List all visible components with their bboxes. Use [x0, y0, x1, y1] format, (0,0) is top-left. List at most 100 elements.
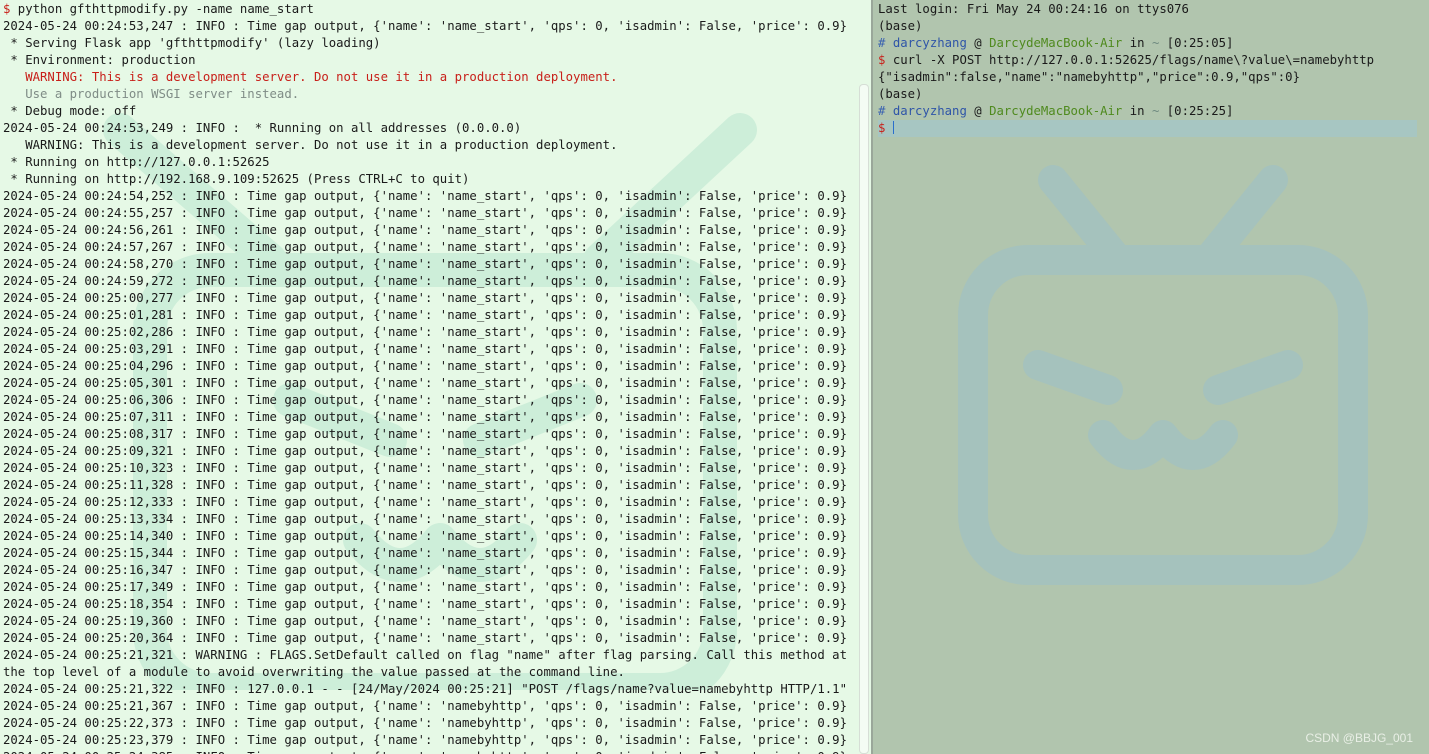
watermark-credit: CSDN @BBJG_001 [1305, 731, 1413, 745]
command-symbol: $ [878, 53, 886, 67]
log-line: 2024-05-24 00:24:58,270 : INFO : Time ga… [3, 256, 855, 273]
line-text: 2024-05-24 00:25:03,291 : INFO : Time ga… [3, 342, 847, 356]
log-line: 2024-05-24 00:25:19,360 : INFO : Time ga… [3, 613, 855, 630]
line-text: WARNING: This is a development server. D… [3, 138, 618, 152]
log-line: 2024-05-24 00:25:17,349 : INFO : Time ga… [3, 579, 855, 596]
prompt-host: DarcydeMacBook-Air [989, 36, 1123, 50]
log-line: * Debug mode: off [3, 103, 855, 120]
line-text: 2024-05-24 00:24:58,270 : INFO : Time ga… [3, 257, 847, 271]
log-line: 2024-05-24 00:25:11,328 : INFO : Time ga… [3, 477, 855, 494]
line-text: 2024-05-24 00:25:02,286 : INFO : Time ga… [3, 325, 847, 339]
log-line: 2024-05-24 00:25:21,322 : INFO : 127.0.0… [3, 681, 855, 698]
line-text: 2024-05-24 00:25:09,321 : INFO : Time ga… [3, 444, 847, 458]
log-line: 2024-05-24 00:25:02,286 : INFO : Time ga… [3, 324, 855, 341]
command-line: $ python gfthttpmodify.py -name name_sta… [3, 1, 855, 18]
log-line: * Running on http://192.168.9.109:52625 … [3, 171, 855, 188]
log-line: 2024-05-24 00:25:01,281 : INFO : Time ga… [3, 307, 855, 324]
log-line: 2024-05-24 00:25:15,344 : INFO : Time ga… [3, 545, 855, 562]
log-line: 2024-05-24 00:25:18,354 : INFO : Time ga… [3, 596, 855, 613]
line-text: 2024-05-24 00:24:55,257 : INFO : Time ga… [3, 206, 847, 220]
log-line: Use a production WSGI server instead. [3, 86, 855, 103]
command-input-line[interactable]: $ [878, 120, 1417, 137]
line-text: 2024-05-24 00:25:21,367 : INFO : Time ga… [3, 699, 847, 713]
prompt-hash: # [878, 36, 886, 50]
prompt-user: darcyzhang [892, 36, 967, 50]
line-text: 2024-05-24 00:25:08,317 : INFO : Time ga… [3, 427, 847, 441]
line-text: 2024-05-24 00:25:20,364 : INFO : Time ga… [3, 631, 847, 645]
log-line: 2024-05-24 00:24:54,252 : INFO : Time ga… [3, 188, 855, 205]
log-line: 2024-05-24 00:25:21,367 : INFO : Time ga… [3, 698, 855, 715]
line-text: 2024-05-24 00:24:53,249 : INFO : * Runni… [3, 121, 522, 135]
right-terminal-pane[interactable]: Last login: Fri May 24 00:24:16 on ttys0… [873, 0, 1429, 754]
bilibili-watermark-right-icon [958, 165, 1368, 585]
log-line: 2024-05-24 00:24:53,247 : INFO : Time ga… [3, 18, 855, 35]
line-text: 2024-05-24 00:24:59,272 : INFO : Time ga… [3, 274, 847, 288]
log-line: WARNING: This is a development server. D… [3, 137, 855, 154]
log-line: 2024-05-24 00:24:57,267 : INFO : Time ga… [3, 239, 855, 256]
line-text: 2024-05-24 00:25:15,344 : INFO : Time ga… [3, 546, 847, 560]
prompt-line-2: # darcyzhang @ DarcydeMacBook-Air in ~ [… [878, 103, 1417, 120]
left-terminal-pane[interactable]: $ python gfthttpmodify.py -name name_sta… [0, 0, 871, 754]
prompt-path: ~ [1151, 104, 1160, 118]
right-terminal-output[interactable]: Last login: Fri May 24 00:24:16 on ttys0… [878, 1, 1417, 137]
line-text: * Running on http://192.168.9.109:52625 … [3, 172, 470, 186]
prompt-at: @ [974, 36, 982, 50]
log-line: WARNING: This is a development server. D… [3, 69, 855, 86]
line-text: 2024-05-24 00:25:10,323 : INFO : Time ga… [3, 461, 847, 475]
log-line: 2024-05-24 00:25:06,306 : INFO : Time ga… [3, 392, 855, 409]
line-text: 2024-05-24 00:25:22,373 : INFO : Time ga… [3, 716, 847, 730]
input-prompt-symbol: $ [878, 121, 886, 135]
line-text: 2024-05-24 00:25:13,334 : INFO : Time ga… [3, 512, 847, 526]
line-text: 2024-05-24 00:25:17,349 : INFO : Time ga… [3, 580, 847, 594]
log-line: 2024-05-24 00:25:20,364 : INFO : Time ga… [3, 630, 855, 647]
line-text: 2024-05-24 00:24:53,247 : INFO : Time ga… [3, 19, 847, 33]
log-line: 2024-05-24 00:25:09,321 : INFO : Time ga… [3, 443, 855, 460]
left-scrollbar[interactable] [859, 84, 869, 754]
line-text: 2024-05-24 00:25:14,340 : INFO : Time ga… [3, 529, 847, 543]
conda-env-line: (base) [878, 19, 923, 33]
line-text: WARNING: This is a development server. D… [3, 70, 618, 84]
line-text: 2024-05-24 00:24:57,267 : INFO : Time ga… [3, 240, 847, 254]
line-text: 2024-05-24 00:25:23,379 : INFO : Time ga… [3, 733, 847, 747]
prompt-in: in [1129, 36, 1145, 50]
log-line: * Serving Flask app 'gfthttpmodify' (laz… [3, 35, 855, 52]
prompt-time: [0:25:05] [1166, 36, 1234, 50]
prompt-user: darcyzhang [892, 104, 967, 118]
line-text: 2024-05-24 00:25:18,354 : INFO : Time ga… [3, 597, 847, 611]
log-line: * Running on http://127.0.0.1:52625 [3, 154, 855, 171]
log-line: 2024-05-24 00:24:59,272 : INFO : Time ga… [3, 273, 855, 290]
line-text: 2024-05-24 00:25:11,328 : INFO : Time ga… [3, 478, 847, 492]
prompt-hash: # [878, 104, 886, 118]
line-text: 2024-05-24 00:25:07,311 : INFO : Time ga… [3, 410, 847, 424]
command-response: {"isadmin":false,"name":"namebyhttp","pr… [878, 70, 1300, 84]
prompt-path: ~ [1151, 36, 1160, 50]
line-text: 2024-05-24 00:24:56,261 : INFO : Time ga… [3, 223, 847, 237]
log-line: 2024-05-24 00:25:16,347 : INFO : Time ga… [3, 562, 855, 579]
line-text: python gfthttpmodify.py -name name_start [10, 2, 314, 16]
log-line: 2024-05-24 00:24:55,257 : INFO : Time ga… [3, 205, 855, 222]
line-text: 2024-05-24 00:25:04,296 : INFO : Time ga… [3, 359, 847, 373]
log-line: 2024-05-24 00:25:04,296 : INFO : Time ga… [3, 358, 855, 375]
line-text: * Debug mode: off [3, 104, 137, 118]
prompt-time: [0:25:25] [1166, 104, 1234, 118]
log-line: 2024-05-24 00:25:22,373 : INFO : Time ga… [3, 715, 855, 732]
command-line: $ curl -X POST http://127.0.0.1:52625/fl… [878, 52, 1417, 69]
line-text: 2024-05-24 00:25:24,385 : INFO : Time ga… [3, 750, 847, 754]
log-line: 2024-05-24 00:24:53,249 : INFO : * Runni… [3, 120, 855, 137]
log-line: 2024-05-24 00:25:21,321 : WARNING : FLAG… [3, 647, 855, 681]
log-line: 2024-05-24 00:25:14,340 : INFO : Time ga… [3, 528, 855, 545]
prompt-line-1: # darcyzhang @ DarcydeMacBook-Air in ~ [… [878, 35, 1417, 52]
log-line: 2024-05-24 00:25:23,379 : INFO : Time ga… [3, 732, 855, 749]
line-text: Use a production WSGI server instead. [3, 87, 300, 101]
prompt-at: @ [974, 104, 982, 118]
left-terminal-output[interactable]: $ python gfthttpmodify.py -name name_sta… [3, 1, 855, 754]
line-text: 2024-05-24 00:24:54,252 : INFO : Time ga… [3, 189, 847, 203]
line-text: 2024-05-24 00:25:16,347 : INFO : Time ga… [3, 563, 847, 577]
line-text: 2024-05-24 00:25:00,277 : INFO : Time ga… [3, 291, 847, 305]
text-cursor [892, 121, 894, 134]
line-text: 2024-05-24 00:25:06,306 : INFO : Time ga… [3, 393, 847, 407]
line-text: 2024-05-24 00:25:21,322 : INFO : 127.0.0… [3, 682, 855, 696]
line-text: 2024-05-24 00:25:12,333 : INFO : Time ga… [3, 495, 847, 509]
log-line: 2024-05-24 00:25:08,317 : INFO : Time ga… [3, 426, 855, 443]
line-text: 2024-05-24 00:25:05,301 : INFO : Time ga… [3, 376, 847, 390]
